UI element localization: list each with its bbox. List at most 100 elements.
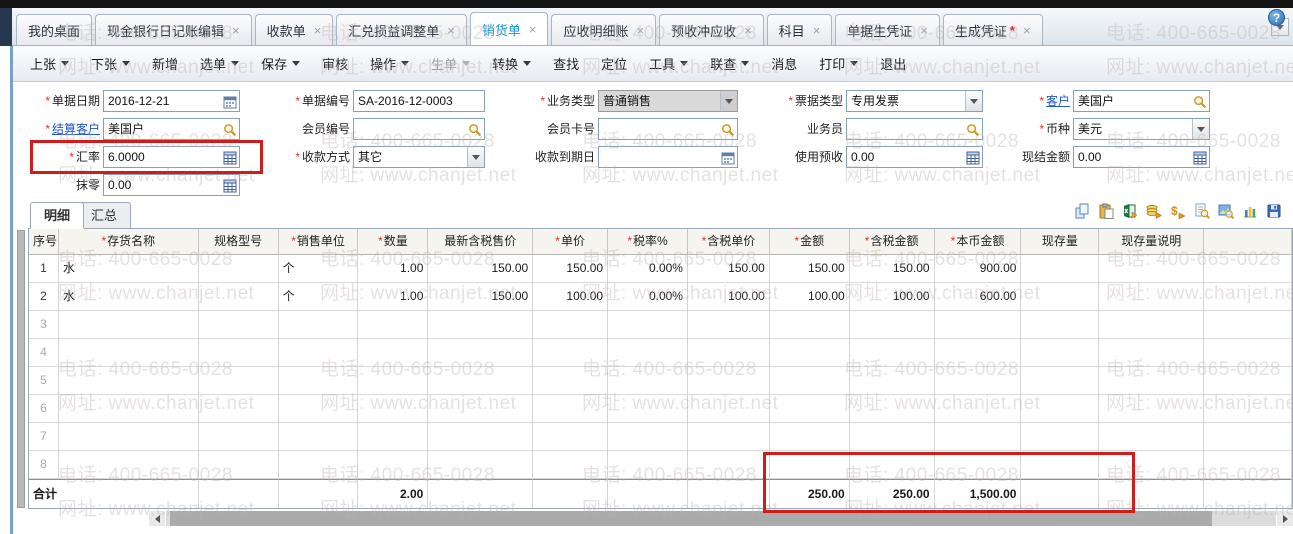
- paste-button[interactable]: [1095, 199, 1117, 222]
- column-header: 规格型号: [198, 229, 279, 255]
- bar-chart-button[interactable]: [1239, 199, 1261, 222]
- cash-amount-input[interactable]: 0.00: [1073, 146, 1210, 168]
- tab-summary[interactable]: 汇总: [77, 202, 132, 229]
- grid-cell: [934, 339, 1022, 367]
- tab-9[interactable]: 单据生凭证 ×: [835, 14, 940, 45]
- document-search-button[interactable]: [1191, 199, 1213, 222]
- arrow-right-icon: [1282, 514, 1288, 523]
- copy-icon: [1074, 203, 1090, 219]
- table-row[interactable]: 6: [29, 395, 1292, 423]
- settle-customer-label[interactable]: * 结算客户: [0, 118, 100, 140]
- tab-close-icon[interactable]: ×: [920, 24, 928, 37]
- customer-label[interactable]: * 客户: [950, 90, 1070, 112]
- toolbar-item-16[interactable]: 退出: [869, 46, 917, 82]
- calc-icon-button[interactable]: [1192, 150, 1207, 165]
- tab-detail[interactable]: 明细: [30, 202, 85, 229]
- toolbar-item-9[interactable]: 转换: [481, 46, 542, 82]
- column-header: *本币金额: [934, 229, 1022, 255]
- scroll-left-button[interactable]: [149, 511, 165, 526]
- tab-close-icon[interactable]: ×: [636, 24, 644, 37]
- tab-7[interactable]: 预收冲应收 ×: [659, 14, 764, 45]
- member-card-input[interactable]: [598, 118, 738, 140]
- magnifier-icon: [1193, 95, 1207, 109]
- excel-export-button[interactable]: [1119, 199, 1141, 222]
- dropdown-arrow-icon: [741, 61, 750, 66]
- exchange-rate-input[interactable]: 6.0000: [103, 146, 240, 168]
- toolbar-item-6[interactable]: 审核: [311, 46, 359, 82]
- tab-6[interactable]: 应收明细账 ×: [551, 14, 657, 45]
- tab-close-icon[interactable]: ×: [529, 23, 537, 36]
- doc-date-input[interactable]: 2016-12-21: [103, 90, 240, 112]
- tab-close-icon[interactable]: ×: [232, 24, 240, 37]
- table-row[interactable]: 8: [29, 451, 1292, 479]
- settle-customer-input[interactable]: 美国户: [103, 118, 240, 140]
- customer-input[interactable]: 美国户: [1073, 90, 1210, 112]
- grid-vertical-scrollbar[interactable]: [17, 230, 25, 508]
- totals-cell: 250.00: [769, 479, 850, 508]
- toolbar-item-15[interactable]: 打印: [808, 46, 869, 82]
- due-date-input[interactable]: [598, 146, 738, 168]
- table-row[interactable]: 3: [29, 311, 1292, 339]
- calc-icon-button[interactable]: [222, 178, 237, 193]
- tab-close-icon[interactable]: ×: [744, 24, 752, 37]
- tab-10[interactable]: 生成凭证 * ×: [942, 14, 1043, 45]
- grid-cell: 900.00: [934, 255, 1022, 283]
- toolbar-item-7[interactable]: 操作: [359, 46, 420, 82]
- toolbar-item-12[interactable]: 工具: [638, 46, 699, 82]
- toolbar-item-13[interactable]: 联查: [699, 46, 760, 82]
- grid-cell: [849, 367, 935, 395]
- combo-button[interactable]: [1192, 119, 1209, 139]
- table-row[interactable]: 4: [29, 339, 1292, 367]
- save-icon: [1266, 203, 1282, 219]
- toolbar-item-2[interactable]: 下张: [80, 46, 141, 82]
- grid-cell: [58, 423, 199, 451]
- member-no-input[interactable]: [353, 118, 485, 140]
- horizontal-scroll-thumb[interactable]: [170, 511, 1212, 526]
- scroll-right-button[interactable]: [1277, 511, 1293, 526]
- column-header-label: 税率%: [633, 234, 668, 248]
- grid-cell: [608, 311, 688, 339]
- image-search-button[interactable]: [1215, 199, 1237, 222]
- toolbar-item-1[interactable]: 上张: [19, 46, 80, 82]
- tab-1[interactable]: 我的桌面: [16, 14, 93, 45]
- table-row[interactable]: 2 水个 1.00 150.00 100.00 0.00% 100.00 100.00 100.…: [29, 283, 1292, 311]
- toolbar: 上张 下张 新增 选单 保存 审核 操作 生单 转换 查找 定位 工具 联查 消息 打印 退出: [13, 46, 1293, 82]
- toolbar-item-8: 生单: [420, 46, 481, 82]
- column-header-label: 销售单位: [296, 234, 345, 248]
- tab-close-icon[interactable]: ×: [1023, 24, 1031, 37]
- field-value: 专用发票: [851, 94, 900, 108]
- grid-cell: [687, 339, 770, 367]
- save-button[interactable]: [1263, 199, 1285, 222]
- required-star: *: [291, 234, 296, 248]
- field-label-text: 会员卡号: [546, 122, 595, 136]
- toolbar-item-5[interactable]: 保存: [250, 46, 311, 82]
- payment-method-select[interactable]: 其它: [353, 146, 485, 168]
- chevron-down-icon: [1197, 126, 1205, 132]
- toolbar-item-3[interactable]: 新增: [141, 46, 189, 82]
- tab-5[interactable]: 销货单 ×: [469, 12, 549, 45]
- toolbar-item-label: 联查: [710, 57, 737, 72]
- coin-batch-button[interactable]: [1143, 199, 1165, 222]
- currency-select[interactable]: 美元: [1073, 118, 1210, 140]
- table-row[interactable]: 5: [29, 367, 1292, 395]
- tab-close-icon[interactable]: ×: [447, 24, 455, 37]
- toolbar-item-11[interactable]: 定位: [590, 46, 638, 82]
- tab-8[interactable]: 科目 ×: [766, 14, 833, 45]
- tab-3[interactable]: 收款单 ×: [254, 14, 334, 45]
- tab-close-icon[interactable]: ×: [813, 24, 821, 37]
- toolbar-item-14[interactable]: 消息: [760, 46, 808, 82]
- toolbar-item-4[interactable]: 选单: [189, 46, 250, 82]
- grid-cell: [533, 339, 609, 367]
- magnifier-icon-button[interactable]: [1192, 94, 1207, 109]
- help-icon[interactable]: ?: [1268, 9, 1285, 26]
- table-row[interactable]: 7: [29, 423, 1292, 451]
- rounding-input[interactable]: 0.00: [103, 174, 240, 196]
- tab-4[interactable]: 汇兑损益调整单 ×: [336, 14, 467, 45]
- table-row[interactable]: 1 水个 1.00 150.00 150.00 0.00% 150.00 150.00 150.…: [29, 255, 1292, 283]
- doc-no-input[interactable]: SA-2016-12-0003: [353, 90, 485, 112]
- money-search-button[interactable]: $: [1167, 199, 1189, 222]
- copy-button[interactable]: [1071, 199, 1093, 222]
- toolbar-item-10[interactable]: 查找: [542, 46, 590, 82]
- tab-2[interactable]: 现金银行日记账编辑 ×: [95, 14, 252, 45]
- tab-close-icon[interactable]: ×: [314, 24, 322, 37]
